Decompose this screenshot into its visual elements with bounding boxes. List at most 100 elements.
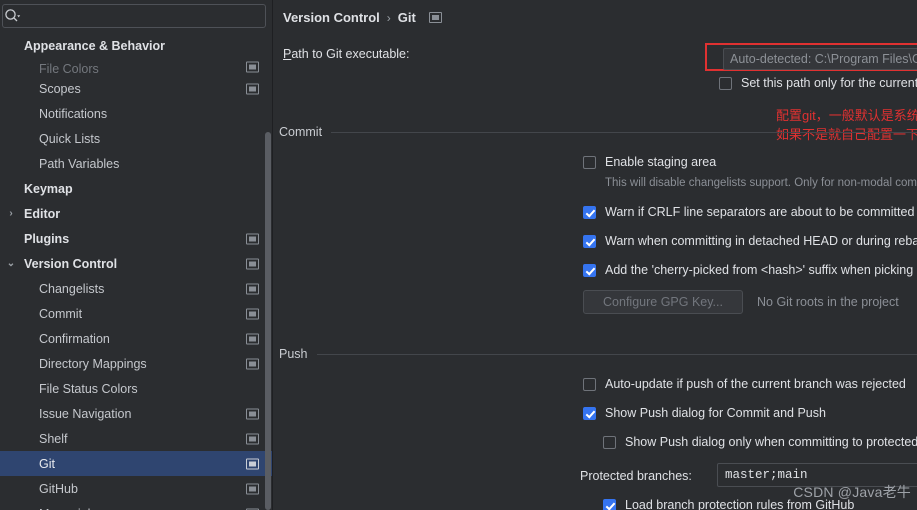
sidebar-item-keymap[interactable]: Keymap	[0, 176, 273, 201]
search-input[interactable]	[21, 9, 265, 23]
enable-staging-row[interactable]: Enable staging area	[583, 155, 716, 169]
sidebar-item-label: Confirmation	[39, 331, 110, 346]
project-settings-icon	[246, 283, 259, 294]
sidebar-item-github[interactable]: GitHub	[0, 476, 273, 501]
sidebar-item-label: Keymap	[24, 181, 73, 196]
warn-detached-checkbox[interactable]	[583, 234, 596, 248]
project-settings-icon	[246, 333, 259, 344]
set-path-project-checkbox[interactable]	[719, 76, 732, 90]
git-path-highlight-box	[705, 43, 917, 71]
sidebar-item-git[interactable]: Git	[0, 451, 273, 476]
sidebar-item-changelists[interactable]: Changelists	[0, 276, 273, 301]
enable-staging-hint: This will disable changelists support. O…	[605, 177, 917, 189]
breadcrumb-root[interactable]: Version Control	[283, 10, 380, 25]
show-push-protected-row[interactable]: Show Push dialog only when committing to…	[603, 435, 917, 449]
sidebar-item-label: Changelists	[39, 281, 105, 296]
search-icon	[3, 7, 21, 25]
warn-detached-row[interactable]: Warn when committing in detached HEAD or…	[583, 234, 917, 248]
chevron-down-icon[interactable]: ⌄	[4, 258, 18, 269]
set-path-project-row[interactable]: Set this path only for the current proje…	[719, 76, 917, 90]
breadcrumb: Version Control › Git	[283, 10, 442, 25]
breadcrumb-separator: ›	[386, 10, 391, 25]
sidebar-item-appearance-behavior[interactable]: Appearance & Behavior	[0, 33, 273, 58]
settings-sidebar: Appearance & Behavior File Colors Scopes No…	[0, 0, 273, 510]
commit-section-header: Commit	[279, 125, 917, 139]
git-path-label: Path to Git executable:	[283, 47, 409, 61]
project-settings-icon	[246, 458, 259, 469]
sidebar-item-label: Quick Lists	[39, 131, 101, 146]
sidebar-item-label: Plugins	[24, 231, 70, 246]
sidebar-item-version-control[interactable]: ⌄ Version Control	[0, 251, 273, 276]
warn-crlf-row[interactable]: Warn if CRLF line separators are about t…	[583, 205, 914, 219]
project-settings-icon	[428, 12, 442, 23]
push-section-rule	[316, 353, 917, 355]
sidebar-item-mercurial[interactable]: Mercurial	[0, 501, 273, 510]
settings-tree: Appearance & Behavior File Colors Scopes No…	[0, 33, 273, 510]
sidebar-item-confirmation[interactable]: Confirmation	[0, 326, 273, 351]
chevron-right-icon[interactable]: ›	[4, 208, 18, 219]
show-push-dialog-row[interactable]: Show Push dialog for Commit and Push	[583, 406, 826, 420]
load-branch-rules-checkbox[interactable]	[603, 498, 616, 510]
sidebar-item-directory-mappings[interactable]: Directory Mappings	[0, 351, 273, 376]
project-settings-icon	[246, 308, 259, 319]
warn-detached-label: Warn when committing in detached HEAD or…	[605, 234, 917, 248]
sidebar-item-plugins[interactable]: Plugins	[0, 226, 273, 251]
sidebar-item-path-variables[interactable]: Path Variables	[0, 151, 273, 176]
git-path-label-text: ath to Git executable:	[291, 47, 410, 61]
sidebar-item-quick-lists[interactable]: Quick Lists	[0, 126, 273, 151]
push-section-title: Push	[279, 347, 308, 361]
settings-dialog: Appearance & Behavior File Colors Scopes No…	[0, 0, 917, 510]
enable-staging-checkbox[interactable]	[583, 155, 596, 169]
sidebar-item-file-status-colors[interactable]: File Status Colors	[0, 376, 273, 401]
show-push-dialog-label: Show Push dialog for Commit and Push	[605, 406, 826, 420]
project-settings-icon	[246, 433, 259, 444]
sidebar-item-commit[interactable]: Commit	[0, 301, 273, 326]
auto-update-label: Auto-update if push of the current branc…	[605, 377, 906, 391]
sidebar-item-label: Notifications	[39, 106, 108, 121]
gpg-note: No Git roots in the project	[757, 295, 899, 309]
project-settings-icon	[246, 258, 259, 269]
breadcrumb-current: Git	[397, 10, 416, 25]
git-settings-panel: Version Control › Git Path to Git execut…	[273, 0, 917, 510]
project-settings-icon	[246, 83, 259, 94]
sidebar-item-file-colors[interactable]: File Colors	[0, 58, 273, 76]
settings-search[interactable]	[2, 4, 266, 28]
project-settings-icon	[246, 408, 259, 419]
project-settings-icon	[246, 233, 259, 244]
cherry-picked-checkbox[interactable]	[583, 263, 596, 277]
sidebar-item-issue-navigation[interactable]: Issue Navigation	[0, 401, 273, 426]
show-push-protected-checkbox[interactable]	[603, 435, 616, 449]
cherry-picked-row[interactable]: Add the 'cherry-picked from <hash>' suff…	[583, 263, 917, 277]
annotation-line-1: 配置git，一般默认是系统的git路径，不用配置。	[776, 108, 917, 123]
show-push-dialog-checkbox[interactable]	[583, 406, 596, 420]
sidebar-item-label: GitHub	[39, 481, 78, 496]
project-settings-icon	[246, 61, 259, 73]
sidebar-item-editor[interactable]: › Editor	[0, 201, 273, 226]
auto-update-row[interactable]: Auto-update if push of the current branc…	[583, 377, 906, 391]
sidebar-item-label: Appearance & Behavior	[24, 38, 166, 53]
sidebar-item-label: Mercurial	[39, 507, 90, 510]
sidebar-item-label: File Status Colors	[39, 381, 138, 396]
sidebar-item-notifications[interactable]: Notifications	[0, 101, 273, 126]
sidebar-item-label: File Colors	[39, 62, 99, 76]
enable-staging-label: Enable staging area	[605, 155, 717, 169]
sidebar-item-label: Directory Mappings	[39, 356, 147, 371]
sidebar-item-label: Shelf	[39, 431, 68, 446]
sidebar-item-shelf[interactable]: Shelf	[0, 426, 273, 451]
protected-branches-input[interactable]	[725, 468, 917, 482]
warn-crlf-label: Warn if CRLF line separators are about t…	[605, 205, 915, 219]
sidebar-item-label: Editor	[24, 206, 61, 221]
sidebar-item-scopes[interactable]: Scopes	[0, 76, 273, 101]
configure-gpg-key-button[interactable]: Configure GPG Key...	[583, 290, 743, 314]
commit-section-title: Commit	[279, 125, 323, 139]
sidebar-item-label: Version Control	[24, 256, 118, 271]
cherry-picked-label: Add the 'cherry-picked from <hash>' suff…	[605, 263, 917, 277]
sidebar-scrollbar-thumb[interactable]	[265, 132, 271, 510]
project-settings-icon	[246, 358, 259, 369]
warn-crlf-checkbox[interactable]	[583, 205, 596, 219]
sidebar-item-label: Commit	[39, 306, 83, 321]
push-section-header: Push	[279, 347, 917, 361]
git-path-input[interactable]	[730, 52, 917, 66]
auto-update-checkbox[interactable]	[583, 377, 596, 391]
git-path-field[interactable]	[723, 48, 917, 70]
